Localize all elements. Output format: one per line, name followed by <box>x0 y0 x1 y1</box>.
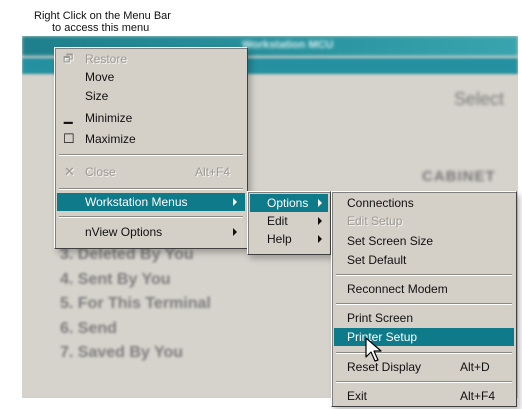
nview-options-label: nView Options <box>85 225 163 239</box>
restore-label: Restore <box>85 52 128 66</box>
help-label: Help <box>267 232 292 246</box>
select-label: Select <box>453 89 504 109</box>
menu-item-print-screen[interactable]: Print Screen <box>334 309 514 327</box>
exit-shortcut: Alt+F4 <box>460 389 496 403</box>
menu-item-size[interactable]: Size <box>57 87 245 105</box>
reset-display-label: Reset Display <box>347 360 422 374</box>
menu-item-edit[interactable]: Edit <box>250 212 328 230</box>
list-item[interactable]: 4. Sent By You <box>60 271 211 296</box>
reset-display-shortcut: Alt+D <box>460 360 490 374</box>
maximize-label: Maximize <box>85 132 136 146</box>
move-label: Move <box>85 70 115 84</box>
submenu-arrow-icon <box>318 199 322 207</box>
exit-label: Exit <box>347 389 368 403</box>
workstation-submenu: Options Edit Help <box>247 191 331 255</box>
cabinet-label: CABINET <box>422 168 496 185</box>
menu-item-reconnect-modem[interactable]: Reconnect Modem <box>334 280 514 298</box>
menu-item-edit-setup[interactable]: Edit Setup <box>334 212 514 230</box>
menu-item-restore[interactable]: 🗗 Restore <box>57 50 245 68</box>
menu-item-move[interactable]: Move <box>57 68 245 86</box>
separator <box>59 154 243 156</box>
maximize-icon: ☐ <box>63 131 75 146</box>
menu-item-set-default[interactable]: Set Default <box>334 251 514 269</box>
reconnect-modem-label: Reconnect Modem <box>347 282 448 296</box>
folder-list: 3. Deleted By You 4. Sent By You 5. For … <box>60 246 211 369</box>
menu-item-set-screen-size[interactable]: Set Screen Size <box>334 232 514 250</box>
edit-setup-label: Edit Setup <box>347 214 403 228</box>
minimize-icon: ▁ <box>64 112 73 124</box>
close-shortcut: Alt+F4 <box>195 165 231 179</box>
submenu-arrow-icon <box>233 198 237 206</box>
minimize-label: Minimize <box>85 111 133 125</box>
list-item[interactable]: 6. Send <box>60 320 211 345</box>
window-title: Workstation MCU <box>242 39 334 51</box>
separator <box>59 188 243 190</box>
menu-item-help[interactable]: Help <box>250 230 328 248</box>
set-default-label: Set Default <box>347 253 407 267</box>
caption-line-1: Right Click on the Menu Bar <box>34 10 171 22</box>
menu-item-maximize[interactable]: ☐ Maximize <box>57 130 245 148</box>
list-item[interactable]: 7. Saved By You <box>60 344 211 369</box>
close-label: Close <box>85 165 116 179</box>
edit-label: Edit <box>267 214 288 228</box>
menu-item-connections[interactable]: Connections <box>334 194 514 212</box>
submenu-arrow-icon <box>318 235 322 243</box>
size-label: Size <box>85 89 109 103</box>
restore-icon: 🗗 <box>63 53 74 65</box>
options-submenu: Connections Edit Setup Set Screen Size S… <box>331 191 517 407</box>
menu-item-nview-options[interactable]: nView Options <box>57 223 245 241</box>
connections-label: Connections <box>347 196 414 210</box>
separator <box>336 381 512 383</box>
list-item[interactable]: 5. For This Terminal <box>60 295 211 320</box>
menu-item-close[interactable]: ✕ Close Alt+F4 <box>57 163 245 181</box>
menu-item-exit[interactable]: Exit Alt+F4 <box>334 387 514 405</box>
close-icon: ✕ <box>64 164 75 179</box>
menu-item-reset-display[interactable]: Reset Display Alt+D <box>334 358 514 376</box>
menu-item-options[interactable]: Options <box>250 194 328 212</box>
print-screen-label: Print Screen <box>347 311 414 325</box>
set-screen-size-label: Set Screen Size <box>347 234 434 248</box>
caption: Right Click on the Menu Bar to access th… <box>34 10 171 34</box>
separator <box>336 303 512 305</box>
list-item[interactable]: 3. Deleted By You <box>60 246 211 271</box>
menu-item-minimize[interactable]: ▁ Minimize <box>57 109 245 127</box>
submenu-arrow-icon <box>318 217 322 225</box>
submenu-arrow-icon <box>233 228 237 236</box>
separator <box>336 352 512 354</box>
workstation-menus-label: Workstation Menus <box>85 195 188 209</box>
separator <box>59 216 243 218</box>
caption-line-2: to access this menu <box>52 22 150 34</box>
options-label: Options <box>267 196 309 210</box>
menu-item-workstation-menus[interactable]: Workstation Menus <box>57 193 245 211</box>
mouse-pointer-icon <box>365 337 382 362</box>
menu-item-printer-setup[interactable]: Printer Setup <box>334 328 514 346</box>
system-menu: 🗗 Restore Move Size ▁ Minimize ☐ Maximiz… <box>54 47 248 249</box>
separator <box>336 274 512 276</box>
